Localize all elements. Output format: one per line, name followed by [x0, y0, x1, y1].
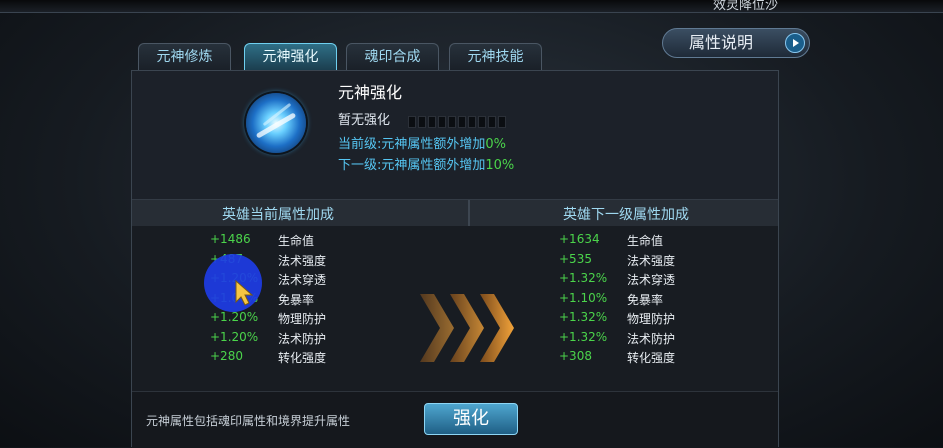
progress-segment [428, 115, 436, 128]
next-stat-row: +1.32% 物理防护 [559, 310, 709, 326]
next-level-label: 下一级:元神属性额外增加 [338, 158, 486, 173]
current-stat-value: +1486 [210, 232, 251, 246]
enhance-button[interactable]: 强化 [424, 403, 518, 435]
progress-segment [448, 115, 456, 128]
mouse-cursor-icon [235, 280, 254, 306]
next-stat-row: +1.32% 法术防护 [559, 330, 709, 346]
progress-segment [458, 115, 466, 128]
enhance-info: 元神强化 暂无强化 当前级:元神属性额外增加0% 下一级:元神属性额外增加10% [132, 71, 778, 199]
current-stat-value: +280 [210, 349, 243, 363]
current-stats-title: 英雄当前属性加成 [222, 207, 334, 223]
next-level-bonus: 下一级:元神属性额外增加10% [338, 154, 514, 173]
next-stat-value: +1.10% [559, 290, 608, 305]
progress-segment [498, 115, 506, 128]
tab-soul-seal-synthesis[interactable]: 魂印合成 [346, 43, 439, 70]
next-stat-name: 生命值 [627, 234, 664, 248]
next-stat-value: +535 [559, 251, 592, 266]
attribute-help-label: 属性说明 [689, 33, 754, 52]
next-stat-value: +1.32% [559, 329, 608, 344]
enhance-title: 元神强化 [338, 83, 403, 102]
enhance-status: 暂无强化 [338, 113, 391, 128]
next-stat-name: 物理防护 [627, 312, 676, 326]
current-stat-name: 法术防护 [278, 331, 327, 346]
current-stat-name: 法术强度 [278, 253, 327, 268]
footer-note: 元神属性包括魂印属性和境界提升属性 [146, 414, 351, 428]
progress-segment [488, 115, 496, 128]
current-level-value: 0% [485, 137, 507, 152]
next-stat-name: 法术强度 [627, 253, 676, 268]
next-stat-row: +535 法术强度 [559, 252, 709, 268]
current-stat-name: 法术穿透 [278, 273, 327, 287]
next-level-value: 10% [485, 158, 515, 173]
next-stats-title: 英雄下一级属性加成 [563, 207, 689, 223]
next-stat-row: +1634 生命值 [559, 232, 709, 248]
upgrade-arrows-icon [420, 294, 514, 362]
current-stat-name: 免暴率 [278, 292, 315, 307]
header-divider [468, 200, 470, 226]
current-stat-name: 转化强度 [278, 351, 327, 365]
current-stat-name: 物理防护 [278, 312, 327, 326]
current-stat-row: +1.20% 物理防护 [210, 310, 360, 326]
current-stat-name: 生命值 [278, 234, 315, 248]
progress-segment [418, 115, 426, 128]
current-level-bonus: 当前级:元神属性额外增加0% [338, 133, 506, 152]
current-stat-value: +1.20% [210, 329, 259, 344]
next-stat-value: +1634 [559, 232, 600, 246]
next-stat-name: 转化强度 [627, 351, 676, 365]
tab-yuanshen-skills[interactable]: 元神技能 [449, 43, 542, 70]
current-stat-row: +280 转化强度 [210, 349, 360, 365]
next-stat-value: +1.32% [559, 271, 608, 285]
play-arrow-icon [785, 33, 805, 53]
next-stat-row: +1.10% 免暴率 [559, 291, 709, 307]
next-stat-value: +308 [559, 349, 592, 363]
next-stat-name: 法术穿透 [627, 273, 676, 287]
next-stat-name: 法术防护 [627, 331, 676, 346]
current-stat-value: +1.20% [210, 310, 259, 324]
progress-segment [468, 115, 476, 128]
current-stat-row: +1.20% 法术防护 [210, 330, 360, 346]
next-stat-value: +1.32% [559, 310, 608, 324]
yuanshen-spirit-icon [246, 93, 306, 153]
enhance-progress-bar [408, 111, 508, 130]
progress-segment [438, 115, 446, 128]
next-stat-row: +308 转化强度 [559, 349, 709, 365]
current-level-label: 当前级:元神属性额外增加 [338, 137, 486, 152]
top-bar-text: 效灵降位沙 [712, 0, 778, 13]
progress-segment [408, 115, 416, 128]
attribute-help-button[interactable]: 属性说明 [662, 28, 810, 58]
current-stat-row: +1486 生命值 [210, 232, 360, 248]
stats-header: 英雄当前属性加成 英雄下一级属性加成 [132, 199, 778, 227]
progress-segment [478, 115, 486, 128]
top-bar: 效灵降位沙 [0, 0, 943, 13]
tab-yuanshen-enhance[interactable]: 元神强化 [244, 43, 337, 70]
next-stat-name: 免暴率 [627, 292, 664, 307]
panel-footer: 元神属性包括魂印属性和境界提升属性 强化 [132, 391, 778, 448]
next-stat-row: +1.32% 法术穿透 [559, 271, 709, 287]
tab-yuanshen-training[interactable]: 元神修炼 [138, 43, 231, 70]
